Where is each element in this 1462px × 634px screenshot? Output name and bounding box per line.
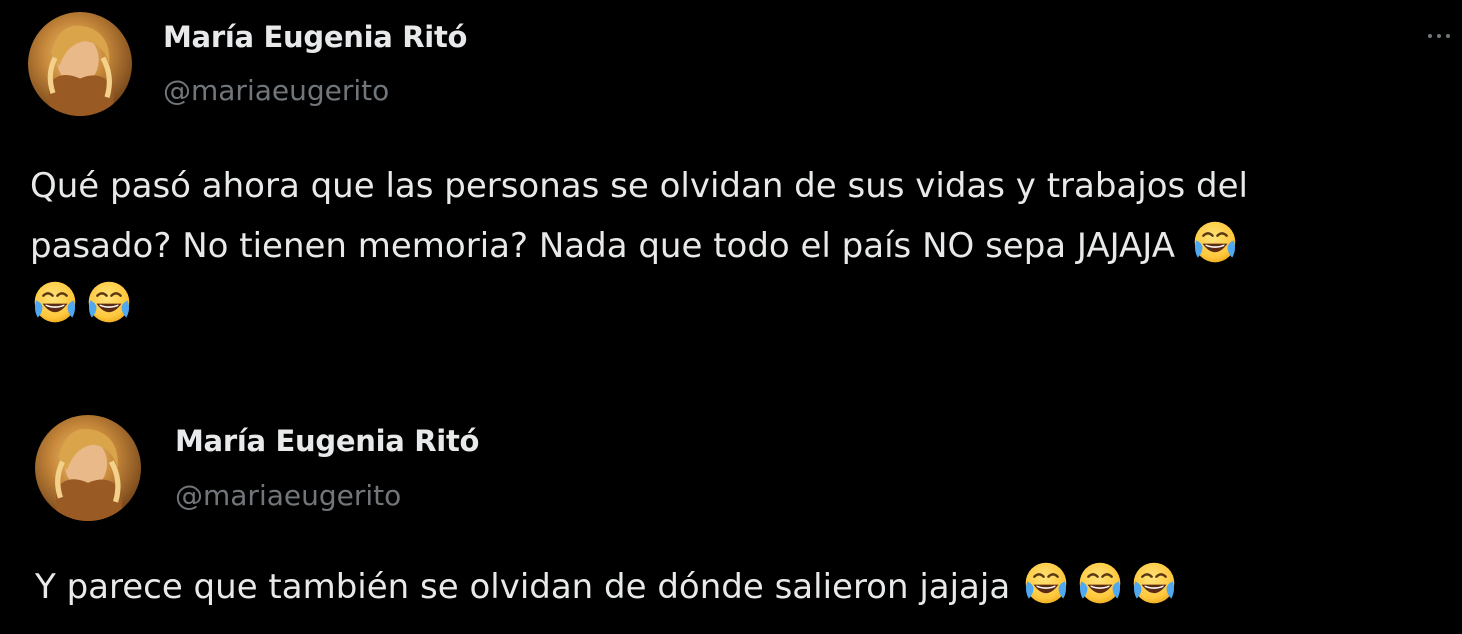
author-display-name[interactable]: María Eugenia Ritó: [175, 424, 479, 458]
emoji-group: [30, 286, 134, 326]
tweet-text-line: pasado? No tienen memoria? Nada que todo…: [30, 226, 1175, 266]
face-with-tears-of-joy-icon: [1021, 558, 1071, 608]
author-display-name[interactable]: María Eugenia Ritó: [163, 20, 467, 54]
tweet-card[interactable]: María Eugenia Ritó @mariaeugerito Qué pa…: [0, 0, 1462, 400]
more-options-icon[interactable]: [1428, 28, 1452, 44]
tweet-text-line: Y parece que también se olvidan de dónde…: [35, 567, 1011, 607]
face-with-tears-of-joy-icon: [84, 277, 134, 327]
face-with-tears-of-joy-icon: [1129, 558, 1179, 608]
avatar[interactable]: [35, 415, 141, 521]
face-with-tears-of-joy-icon: [30, 277, 80, 327]
emoji-group: [1021, 567, 1179, 607]
face-with-tears-of-joy-icon: [1190, 217, 1240, 267]
face-with-tears-of-joy-icon: [1075, 558, 1125, 608]
author-handle[interactable]: @mariaeugerito: [175, 479, 401, 512]
tweet-text: Y parece que también se olvidan de dónde…: [35, 557, 1455, 617]
tweet-text-line: Qué pasó ahora que las personas se olvid…: [30, 166, 1248, 206]
tweet-card[interactable]: María Eugenia Ritó @mariaeugerito Y pare…: [0, 400, 1462, 634]
tweet-text: Qué pasó ahora que las personas se olvid…: [30, 156, 1450, 336]
author-handle[interactable]: @mariaeugerito: [163, 74, 389, 107]
avatar[interactable]: [28, 12, 132, 116]
